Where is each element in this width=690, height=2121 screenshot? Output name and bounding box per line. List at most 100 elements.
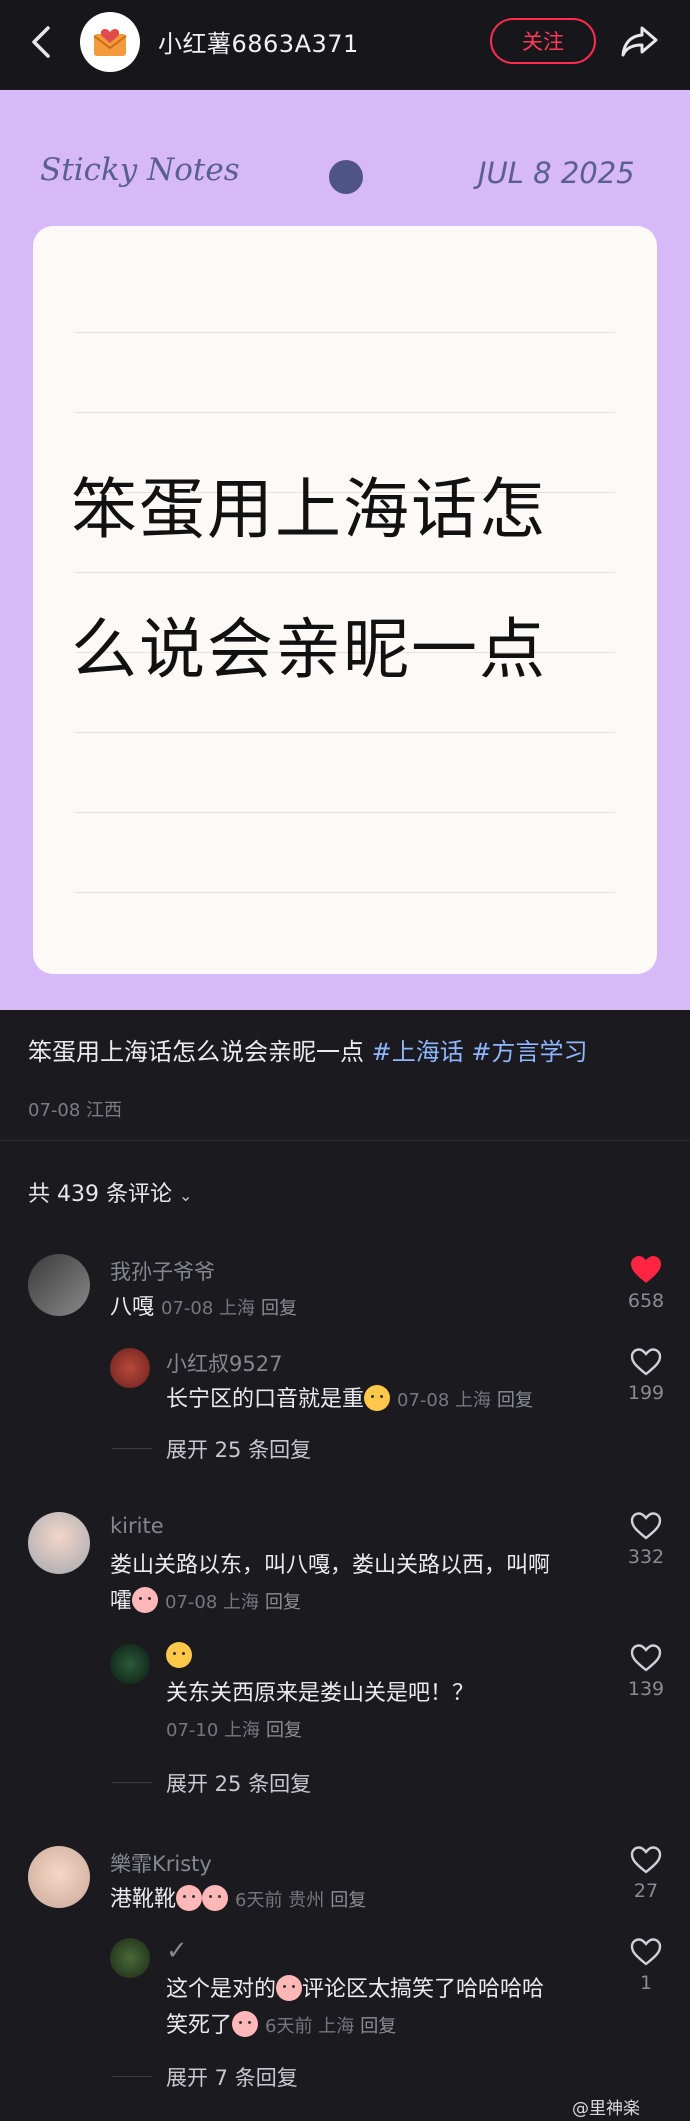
reply-text: 关东关西原来是娄山关是吧！？	[166, 1681, 475, 1706]
like-count: 27	[633, 1880, 659, 1902]
avatar[interactable]	[110, 1348, 150, 1388]
reply-author[interactable]	[166, 1642, 192, 1668]
heart-filled-icon	[631, 1256, 661, 1283]
avatar[interactable]	[110, 1938, 150, 1978]
comment-author[interactable]: 樂霏Kristy	[110, 1848, 212, 1878]
post-title-text: 笨蛋用上海话怎么说会亲昵一点	[28, 1038, 364, 1066]
reply-text: 这个是对的 评论区太搞笑了哈哈哈哈	[166, 1972, 544, 2008]
back-icon[interactable]	[22, 20, 62, 64]
reply-button[interactable]: 回复	[261, 1298, 297, 1319]
heart-outline-icon	[630, 1846, 662, 1874]
comment-body: 嚯	[110, 1589, 133, 1614]
comment-date: 6天前 贵州	[235, 1890, 325, 1911]
post-title: 笨蛋用上海话怎么说会亲昵一点 #上海话 #方言学习	[28, 1036, 668, 1068]
like-count: 1	[639, 1972, 653, 1994]
crying-face-icon	[232, 2011, 259, 2037]
like-button[interactable]: 139	[616, 1644, 676, 1700]
author-avatar[interactable]	[80, 12, 140, 72]
heart-outline-icon	[630, 1644, 662, 1672]
watermark: @里神楽	[572, 2099, 640, 2119]
reply-meta: 07-08 上海 回复	[397, 1390, 533, 1411]
like-count: 332	[627, 1546, 665, 1568]
comment-date: 07-08 上海	[165, 1592, 260, 1613]
emoji-icon	[364, 1385, 391, 1411]
envelope-heart-icon	[93, 29, 127, 56]
emoji-icon	[132, 1587, 159, 1613]
note-pin-dot	[329, 160, 363, 194]
expand-line	[112, 1782, 152, 1783]
heart-outline-icon	[630, 1348, 662, 1376]
note-ruled-line	[75, 892, 615, 893]
share-icon[interactable]	[618, 20, 662, 64]
reply-author[interactable]: 小红叔9527	[166, 1348, 282, 1378]
expand-replies-button[interactable]: 展开 25 条回复	[166, 1434, 311, 1464]
note-ruled-line	[75, 812, 615, 813]
comment-count-label: 共 439 条评论	[28, 1182, 172, 1207]
comment-text: 八嘎 07-08 上海 回复	[110, 1290, 297, 1327]
reply-button[interactable]: 回复	[266, 1720, 302, 1741]
reply-text: 长宁区的口音就是重 07-08 上海 回复	[166, 1382, 533, 1419]
heart-outline-icon	[630, 1512, 662, 1540]
comment-text: 港靴靴 6天前 贵州 回复	[110, 1882, 366, 1919]
expand-replies-button[interactable]: 展开 25 条回复	[166, 1768, 311, 1798]
note-ruled-line	[75, 412, 615, 413]
reply-button[interactable]: 回复	[330, 1890, 366, 1911]
avatar[interactable]	[28, 1512, 90, 1574]
post-date-location: 07-08 江西	[28, 1100, 123, 1121]
hashtag[interactable]: #方言学习	[471, 1038, 587, 1066]
note-image[interactable]: Sticky Notes JUL 8 2025 笨蛋用上海话怎 么说会亲昵一点	[0, 90, 690, 1010]
expand-line	[112, 1448, 152, 1449]
comment-author[interactable]: kirite	[110, 1514, 164, 1538]
comment-body: 港靴靴	[110, 1887, 177, 1912]
reply-body: 长宁区的口音就是重	[166, 1387, 365, 1412]
surprised-face-icon	[166, 1642, 192, 1668]
comment-text: 娄山关路以东，叫八嘎，娄山关路以西，叫啊	[110, 1553, 551, 1578]
follow-button[interactable]: 关注	[490, 18, 596, 64]
reply-date: 07-10 上海	[166, 1720, 261, 1741]
like-count: 139	[627, 1678, 665, 1700]
like-button[interactable]: 1	[616, 1938, 676, 1994]
reply-date: 6天前 上海	[265, 2016, 355, 2037]
like-button[interactable]: 27	[616, 1846, 676, 1902]
hashtag[interactable]: #上海话	[372, 1038, 464, 1066]
like-count: 658	[627, 1290, 665, 1312]
like-button[interactable]: 658	[616, 1256, 676, 1312]
reply-text-continued: 笑死了 6天前 上海 回复	[166, 2008, 396, 2045]
reply-meta: 07-10 上海 回复	[166, 1720, 302, 1741]
reply-button[interactable]: 回复	[497, 1390, 533, 1411]
crying-face-icon	[176, 1885, 203, 1911]
expand-replies-button[interactable]: 展开 7 条回复	[166, 2062, 298, 2092]
avatar[interactable]	[110, 1644, 150, 1684]
reply-author[interactable]: ✓	[166, 1936, 188, 1966]
reply-body-continued: 评论区太搞笑了哈哈哈哈	[302, 1977, 545, 2002]
like-count: 199	[627, 1382, 665, 1404]
note-ruled-line	[75, 572, 615, 573]
chevron-down-icon: ⌄	[178, 1186, 193, 1205]
expand-line	[112, 2076, 152, 2077]
like-button[interactable]: 332	[616, 1512, 676, 1568]
avatar[interactable]	[28, 1846, 90, 1908]
divider	[0, 1140, 690, 1141]
note-card: 笨蛋用上海话怎 么说会亲昵一点	[33, 226, 657, 974]
comment-meta: 6天前 贵州 回复	[235, 1890, 366, 1911]
comment-date: 07-08 上海	[161, 1298, 256, 1319]
note-ruled-line	[75, 732, 615, 733]
crying-face-icon	[202, 1885, 229, 1911]
heart-outline-icon	[630, 1938, 662, 1966]
comment-text-continued: 嚯 07-08 上海 回复	[110, 1584, 301, 1621]
note-ruled-line	[75, 332, 615, 333]
reply-body: 这个是对的	[166, 1977, 277, 2002]
note-text-line-2: 么说会亲昵一点	[71, 611, 547, 688]
avatar[interactable]	[28, 1254, 90, 1316]
note-header-title: Sticky Notes	[40, 152, 240, 188]
author-name[interactable]: 小红薯6863A371	[158, 24, 359, 59]
reply-meta: 6天前 上海 回复	[265, 2016, 396, 2037]
comment-count-sort[interactable]: 共 439 条评论 ⌄	[28, 1176, 192, 1208]
reply-button[interactable]: 回复	[265, 1592, 301, 1613]
like-button[interactable]: 199	[616, 1348, 676, 1404]
reply-date: 07-08 上海	[397, 1390, 492, 1411]
comment-meta: 07-08 上海 回复	[161, 1298, 297, 1319]
comment-body: 八嘎	[110, 1295, 155, 1320]
reply-button[interactable]: 回复	[360, 2016, 396, 2037]
comment-author[interactable]: 我孙子爷爷	[110, 1256, 215, 1286]
